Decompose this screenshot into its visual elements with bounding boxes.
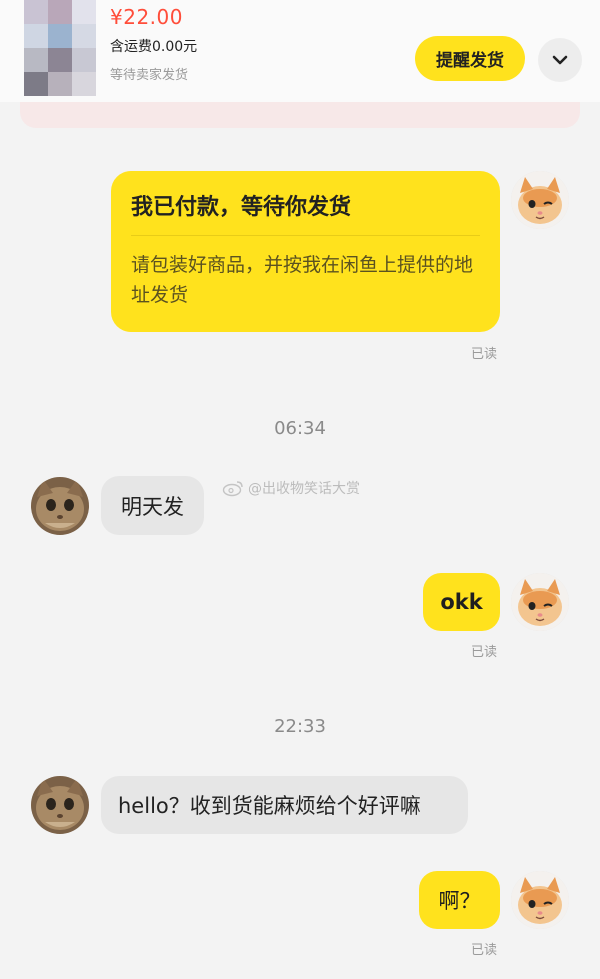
timestamp: 06:34 xyxy=(274,418,326,439)
message-bubble[interactable]: hello？收到货能麻烦给个好评嘛 xyxy=(101,776,468,834)
payment-notice-card[interactable]: 我已付款，等待你发货 请包装好商品，并按我在闲鱼上提供的地址发货 xyxy=(111,171,500,332)
read-receipt: 已读 xyxy=(471,645,498,660)
card-title: 我已付款，等待你发货 xyxy=(131,195,352,220)
my-avatar[interactable] xyxy=(511,573,569,631)
expand-order-button[interactable] xyxy=(538,38,582,82)
read-receipt: 已读 xyxy=(471,943,498,958)
card-body: 请包装好商品，并按我在闲鱼上提供的地址发货 xyxy=(131,254,474,306)
message-bubble[interactable]: 明天发 xyxy=(101,476,204,535)
order-summary-bar: ¥22.00 含运费0.00元 等待卖家发货 提醒发货 xyxy=(0,0,600,102)
order-status: 等待卖家发货 xyxy=(110,68,189,83)
product-thumbnail[interactable] xyxy=(24,0,96,96)
remind-ship-button[interactable]: 提醒发货 xyxy=(415,36,525,81)
order-price: ¥22.00 xyxy=(110,5,183,29)
my-avatar[interactable] xyxy=(511,871,569,929)
message-bubble[interactable]: okk xyxy=(423,573,500,631)
timestamp: 22:33 xyxy=(274,716,326,737)
seller-avatar[interactable] xyxy=(31,776,89,834)
weibo-icon xyxy=(222,481,243,497)
seller-avatar[interactable] xyxy=(31,477,89,535)
shipping-fee: 含运费0.00元 xyxy=(110,39,198,55)
message-bubble[interactable]: 啊？ xyxy=(419,871,500,929)
watermark: @出收物笑话大赏 xyxy=(222,478,360,498)
card-divider xyxy=(131,235,480,236)
watermark-text: @出收物笑话大赏 xyxy=(248,481,360,497)
my-avatar[interactable] xyxy=(511,171,569,229)
chevron-down-icon xyxy=(552,55,568,65)
read-receipt: 已读 xyxy=(471,347,498,362)
